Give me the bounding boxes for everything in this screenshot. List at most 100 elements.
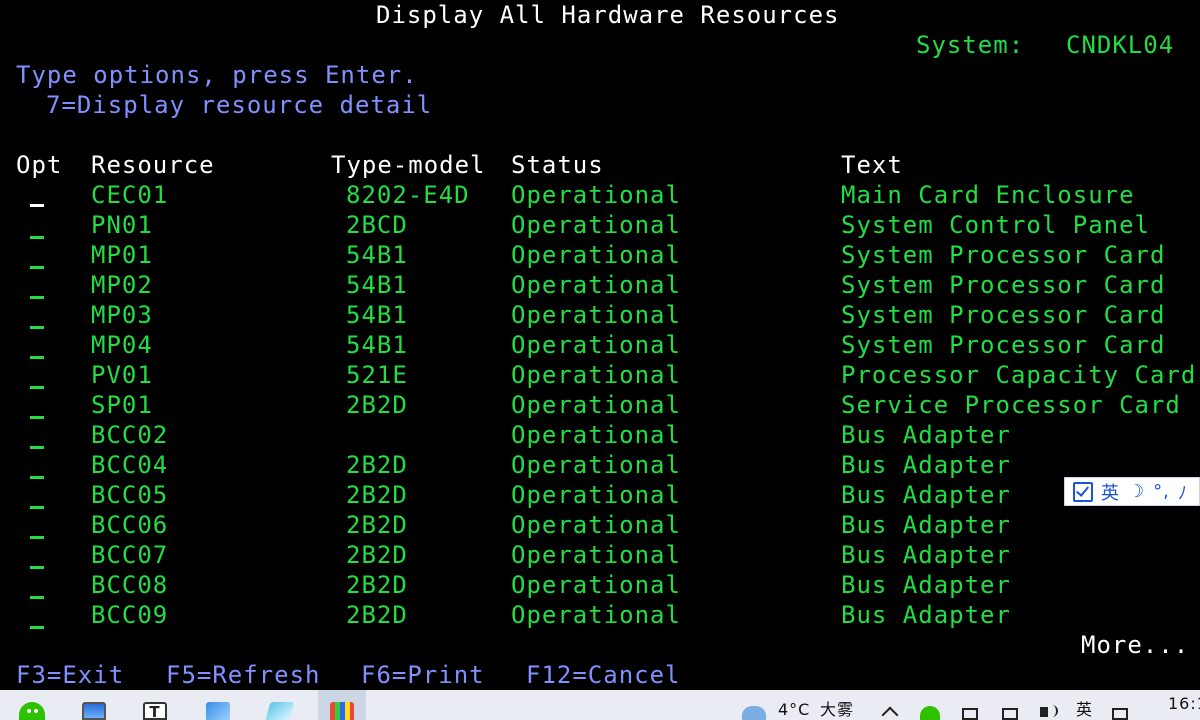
- show-hidden-icons-chevron-icon[interactable]: [881, 706, 899, 720]
- column-header-type-model: Type-model: [331, 151, 486, 179]
- table-row: BCC04 2B2D Operational Bus Adapter: [0, 450, 1200, 480]
- option-input-field[interactable]: [30, 386, 44, 389]
- tray-window-icon[interactable]: [962, 708, 978, 720]
- resource-description: System Processor Card: [841, 301, 1166, 329]
- type-model: 2BCD: [346, 211, 408, 239]
- resource-description: Bus Adapter: [841, 421, 1011, 449]
- option-input-field[interactable]: [30, 416, 44, 419]
- f6-print-key[interactable]: F6=Print: [361, 660, 485, 690]
- terminal-screen: Display All Hardware Resources System: C…: [0, 0, 1200, 690]
- type-model: 54B1: [346, 301, 408, 329]
- table-row: BCC08 2B2D Operational Bus Adapter: [0, 570, 1200, 600]
- resource-status: Operational: [511, 391, 681, 419]
- column-header-text: Text: [841, 151, 903, 179]
- option-description: 7=Display resource detail: [46, 91, 433, 119]
- taskbar-clock[interactable]: 16:1: [1168, 694, 1200, 714]
- resource-name: BCC02: [91, 421, 169, 449]
- option-input-field[interactable]: [30, 596, 44, 599]
- tray-wechat-icon[interactable]: [920, 706, 940, 720]
- resource-description: Bus Adapter: [841, 481, 1011, 509]
- resource-name: BCC09: [91, 601, 169, 629]
- table-row: SP01 2B2D Operational Service Processor Car…: [0, 390, 1200, 420]
- taskbar-wechat[interactable]: [8, 690, 56, 720]
- f5-refresh-key[interactable]: F5=Refresh: [166, 660, 321, 690]
- table-row: BCC09 2B2D Operational Bus Adapter: [0, 600, 1200, 630]
- f3-exit-key[interactable]: F3=Exit: [16, 660, 124, 690]
- table-row: PV01 521E Operational Processor Capacity Ca…: [0, 360, 1200, 390]
- option-input-field[interactable]: [30, 476, 44, 479]
- option-input-field[interactable]: [30, 204, 44, 207]
- table-row: MP03 54B1 Operational System Processor Card: [0, 300, 1200, 330]
- resource-description: Processor Capacity Card: [841, 361, 1197, 389]
- resource-description: Bus Adapter: [841, 541, 1011, 569]
- resource-description: System Control Panel: [841, 211, 1150, 239]
- instruction-line: Type options, press Enter.: [16, 61, 418, 89]
- resource-name: MP03: [91, 301, 153, 329]
- resource-name: BCC08: [91, 571, 169, 599]
- option-input-field[interactable]: [30, 626, 44, 629]
- resource-description: Bus Adapter: [841, 451, 1011, 479]
- option-input-field[interactable]: [30, 506, 44, 509]
- resource-description: System Processor Card: [841, 271, 1166, 299]
- weather-description[interactable]: 大雾: [820, 700, 854, 720]
- resource-name: MP02: [91, 271, 153, 299]
- type-model: 2B2D: [346, 601, 408, 629]
- network-icon[interactable]: [1002, 708, 1018, 720]
- resource-name: PN01: [91, 211, 153, 239]
- type-model: 8202-E4D: [346, 181, 470, 209]
- ime-moon-icon[interactable]: ☽: [1128, 481, 1145, 502]
- terminal-emulator-icon: [330, 702, 354, 720]
- ime-punctuation-toggle[interactable]: °,: [1153, 481, 1170, 502]
- taskbar-notepad[interactable]: [256, 690, 304, 720]
- taskbar-photos[interactable]: [194, 690, 242, 720]
- volume-icon[interactable]: [1040, 705, 1058, 717]
- resource-status: Operational: [511, 181, 681, 209]
- option-input-field[interactable]: [30, 536, 44, 539]
- option-input-field[interactable]: [30, 446, 44, 449]
- option-input-field[interactable]: [30, 236, 44, 239]
- system-label: System:: [916, 31, 1025, 59]
- type-model: 2B2D: [346, 511, 408, 539]
- option-input-field[interactable]: [30, 266, 44, 269]
- resource-name: SP01: [91, 391, 153, 419]
- resource-status: Operational: [511, 571, 681, 599]
- taskbar-remote-desktop[interactable]: [70, 690, 118, 720]
- ime-mode-icon[interactable]: [1112, 708, 1128, 720]
- input-language-indicator[interactable]: 英: [1076, 700, 1093, 720]
- weather-temperature[interactable]: 4°C: [778, 700, 810, 720]
- option-input-field[interactable]: [30, 296, 44, 299]
- resource-description: Bus Adapter: [841, 571, 1011, 599]
- system-name: CNDKL04: [1066, 31, 1175, 59]
- table-row: PN01 2BCD Operational System Control Panel: [0, 210, 1200, 240]
- resource-status: Operational: [511, 481, 681, 509]
- resource-status: Operational: [511, 241, 681, 269]
- typora-icon: T: [143, 702, 167, 720]
- type-model: 54B1: [346, 331, 408, 359]
- resource-status: Operational: [511, 541, 681, 569]
- type-model: 54B1: [346, 241, 408, 269]
- table-row: BCC02 Operational Bus Adapter: [0, 420, 1200, 450]
- option-input-field[interactable]: [30, 566, 44, 569]
- weather-cloud-icon[interactable]: [742, 706, 766, 720]
- resource-name: MP04: [91, 331, 153, 359]
- resource-status: Operational: [511, 511, 681, 539]
- resource-name: BCC05: [91, 481, 169, 509]
- notepad-icon: [265, 702, 295, 720]
- option-input-field[interactable]: [30, 356, 44, 359]
- more-indicator: More...: [1081, 631, 1190, 659]
- table-row: CEC01 8202-E4D Operational Main Card Enclos…: [0, 180, 1200, 210]
- type-model: 2B2D: [346, 481, 408, 509]
- monitor-icon: [82, 702, 106, 720]
- ime-check-icon[interactable]: [1073, 481, 1093, 502]
- taskbar-typora[interactable]: T: [131, 690, 179, 720]
- ime-language-toggle[interactable]: 英: [1101, 479, 1120, 505]
- option-input-field[interactable]: [30, 326, 44, 329]
- ime-extra-icon[interactable]: ﾉ: [1178, 479, 1188, 505]
- ime-toolbar[interactable]: 英 ☽ °, ﾉ: [1064, 477, 1200, 506]
- resource-description: Service Processor Card: [841, 391, 1181, 419]
- screen-title: Display All Hardware Resources: [376, 1, 840, 29]
- f12-cancel-key[interactable]: F12=Cancel: [526, 660, 681, 690]
- taskbar-terminal-emulator[interactable]: [318, 690, 366, 720]
- type-model: 54B1: [346, 271, 408, 299]
- resource-status: Operational: [511, 421, 681, 449]
